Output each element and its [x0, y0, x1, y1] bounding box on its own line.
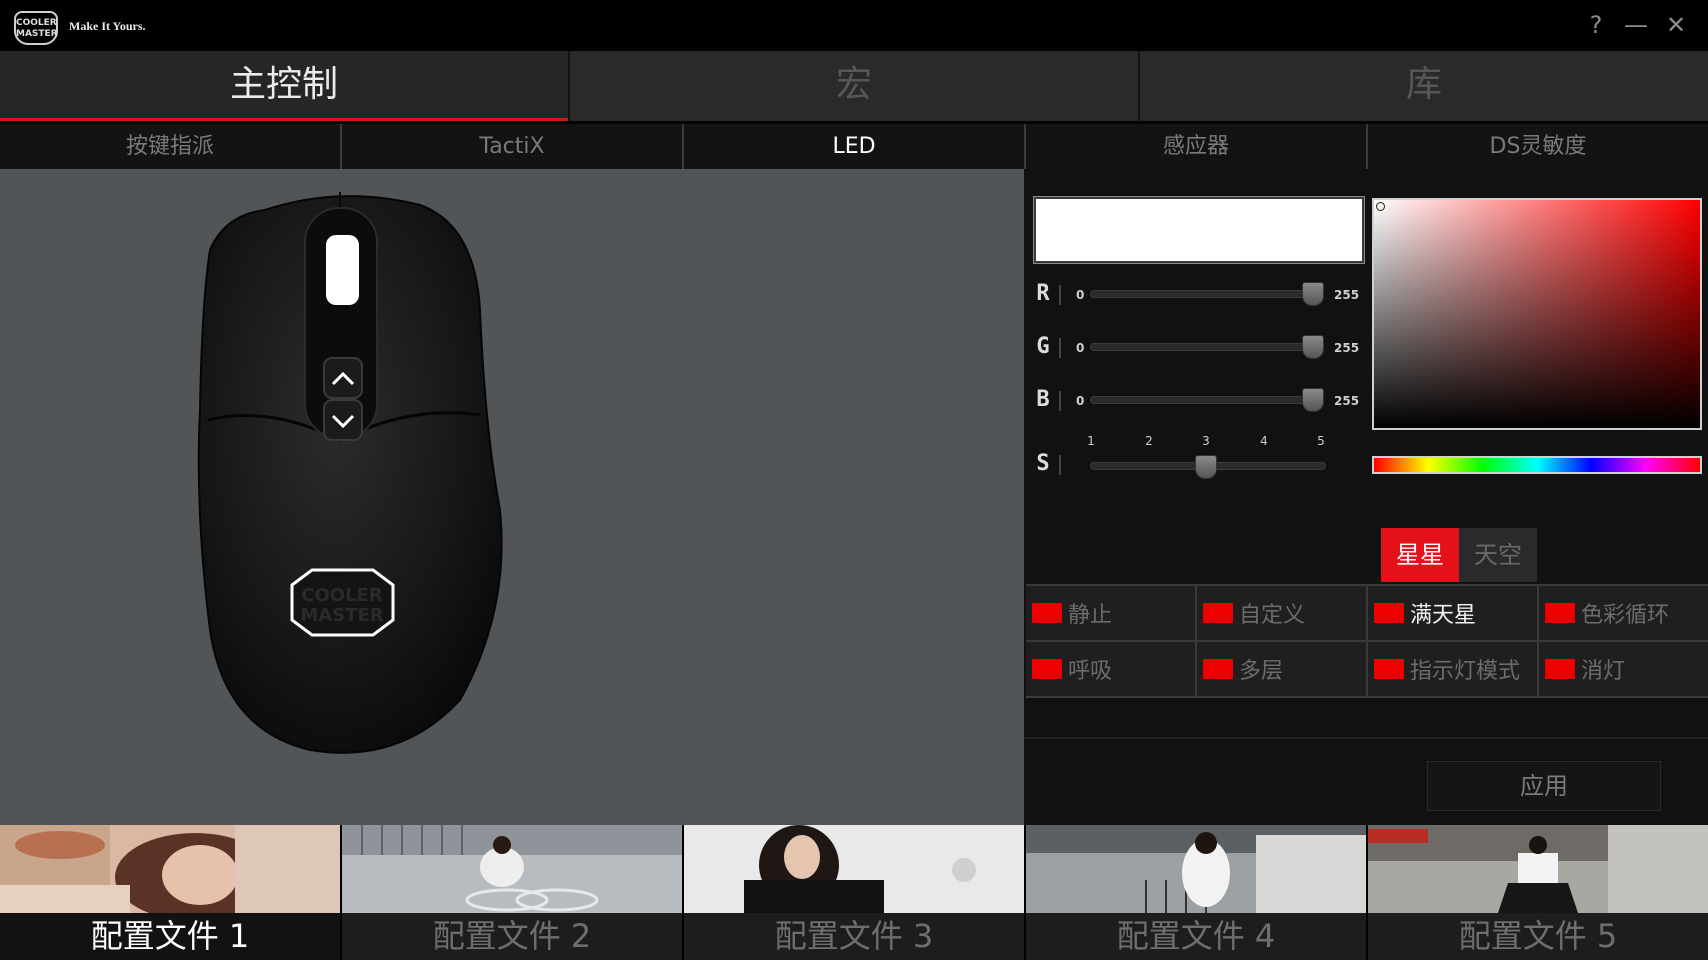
effect-led-off[interactable]: 消灯: [1539, 642, 1708, 696]
profile-5-image: [1368, 825, 1708, 913]
effect-label: 满天星: [1410, 603, 1477, 628]
tab-led[interactable]: LED: [684, 124, 1024, 169]
effect-indicator-mode[interactable]: 指示灯模式: [1368, 642, 1537, 696]
red-slider-max: 255: [1334, 288, 1360, 302]
green-slider-thumb[interactable]: [1302, 335, 1324, 359]
profile-2[interactable]: 配置文件 2: [342, 825, 682, 960]
blue-slider-max: 255: [1334, 394, 1360, 408]
svg-text:MASTER: MASTER: [300, 605, 383, 626]
mouse-preview-area: [0, 169, 1024, 825]
speed-slider-thumb[interactable]: [1195, 455, 1217, 479]
divider: [1059, 285, 1061, 305]
tab-key-assign[interactable]: 按键指派: [0, 124, 340, 169]
red-slider-min: 0: [1076, 288, 1085, 302]
variant-tab-sky[interactable]: 天空: [1459, 528, 1537, 582]
effect-indicator: [1545, 603, 1575, 623]
sub-tab-bar: 按键指派 TactiX LED 感应器 DS灵敏度: [0, 124, 1708, 169]
hue-slider[interactable]: [1372, 456, 1702, 474]
divider: [1024, 737, 1708, 739]
svg-text:COOLER: COOLER: [301, 585, 383, 606]
effect-label: 多层: [1239, 659, 1284, 684]
tab-library[interactable]: 库: [1140, 51, 1708, 121]
effect-starry-sky[interactable]: 满天星: [1368, 586, 1537, 640]
tab-ds-sensitivity[interactable]: DS灵敏度: [1368, 124, 1708, 169]
profile-1[interactable]: 配置文件 1: [0, 825, 340, 960]
effect-multilayer[interactable]: 多层: [1197, 642, 1366, 696]
effect-color-cycle[interactable]: 色彩循环: [1539, 586, 1708, 640]
profile-4-label: 配置文件 4: [1026, 913, 1366, 960]
speed-tick-2: 2: [1145, 434, 1153, 448]
profile-4[interactable]: 配置文件 4: [1026, 825, 1366, 960]
tab-main-control[interactable]: 主控制: [0, 51, 568, 121]
close-icon[interactable]: ✕: [1658, 8, 1694, 42]
divider: [1059, 338, 1061, 358]
blue-slider-label: B: [1036, 387, 1050, 412]
tab-tactix[interactable]: TactiX: [342, 124, 682, 169]
green-slider-min: 0: [1076, 341, 1085, 355]
profile-bar: 配置文件 1 配置文件 2 配置文件 3 配置文件 4 配置文件 5: [0, 825, 1708, 960]
main-tab-bar: 主控制 宏 库: [0, 51, 1708, 121]
divider: [1059, 391, 1061, 411]
variant-tab-star[interactable]: 星星: [1381, 528, 1459, 582]
blue-slider-min: 0: [1076, 394, 1085, 408]
blue-slider-track[interactable]: [1090, 396, 1318, 404]
profile-1-label: 配置文件 1: [0, 913, 340, 960]
speed-tick-3: 3: [1202, 434, 1210, 448]
profile-3-label: 配置文件 3: [684, 913, 1024, 960]
speed-tick-5: 5: [1317, 434, 1325, 448]
red-slider-label: R: [1036, 281, 1050, 306]
effect-indicator: [1374, 603, 1404, 623]
effect-label: 指示灯模式: [1410, 659, 1521, 684]
logo-line-1: COOLER: [16, 18, 57, 28]
effect-indicator: [1203, 659, 1233, 679]
profile-2-label: 配置文件 2: [342, 913, 682, 960]
effect-custom[interactable]: 自定义: [1197, 586, 1366, 640]
title-bar: [0, 0, 1708, 51]
effect-label: 自定义: [1239, 603, 1306, 628]
help-icon[interactable]: ?: [1578, 8, 1614, 42]
blue-slider-thumb[interactable]: [1302, 388, 1324, 412]
speed-slider-label: S: [1036, 451, 1050, 476]
effect-indicator: [1545, 659, 1575, 679]
effect-label: 静止: [1068, 603, 1113, 628]
effect-static[interactable]: 静止: [1026, 586, 1195, 640]
profile-2-image: [342, 825, 682, 913]
current-color-swatch: [1033, 196, 1365, 264]
apply-button[interactable]: 应用: [1427, 761, 1661, 811]
divider: [1059, 455, 1061, 475]
green-slider-track[interactable]: [1090, 343, 1318, 351]
color-picker-cursor[interactable]: [1376, 202, 1385, 211]
tab-macro[interactable]: 宏: [570, 51, 1138, 121]
effect-indicator: [1374, 659, 1404, 679]
profile-5-label: 配置文件 5: [1368, 913, 1708, 960]
effect-label: 消灯: [1581, 659, 1626, 684]
mouse-image: COOLER MASTER: [197, 192, 503, 754]
effect-indicator: [1032, 603, 1062, 623]
profile-5[interactable]: 配置文件 5: [1368, 825, 1708, 960]
profile-3[interactable]: 配置文件 3: [684, 825, 1024, 960]
speed-tick-1: 1: [1087, 434, 1095, 448]
profile-1-image: [0, 825, 340, 913]
tab-sensor[interactable]: 感应器: [1026, 124, 1366, 169]
red-slider-track[interactable]: [1090, 290, 1318, 298]
effect-label: 呼吸: [1068, 659, 1113, 684]
green-slider-max: 255: [1334, 341, 1360, 355]
effect-label: 色彩循环: [1581, 603, 1670, 628]
logo-line-2: MASTER: [16, 29, 58, 39]
led-effects-grid: 静止 自定义 满天星 色彩循环 呼吸 多层 指示灯模式 消灯: [1026, 584, 1708, 698]
effect-indicator: [1203, 603, 1233, 623]
profile-4-image: [1026, 825, 1366, 913]
effect-indicator: [1032, 659, 1062, 679]
red-slider-thumb[interactable]: [1302, 282, 1324, 306]
brand-tagline: Make It Yours.: [69, 19, 146, 33]
speed-tick-4: 4: [1260, 434, 1268, 448]
profile-3-image: [684, 825, 1024, 913]
minimize-icon[interactable]: —: [1618, 8, 1654, 42]
color-picker-area[interactable]: [1372, 198, 1702, 430]
effect-breathing[interactable]: 呼吸: [1026, 642, 1195, 696]
scroll-wheel-led: [326, 235, 359, 305]
cooler-master-logo: COOLER MASTER: [14, 11, 58, 45]
green-slider-label: G: [1036, 334, 1050, 359]
